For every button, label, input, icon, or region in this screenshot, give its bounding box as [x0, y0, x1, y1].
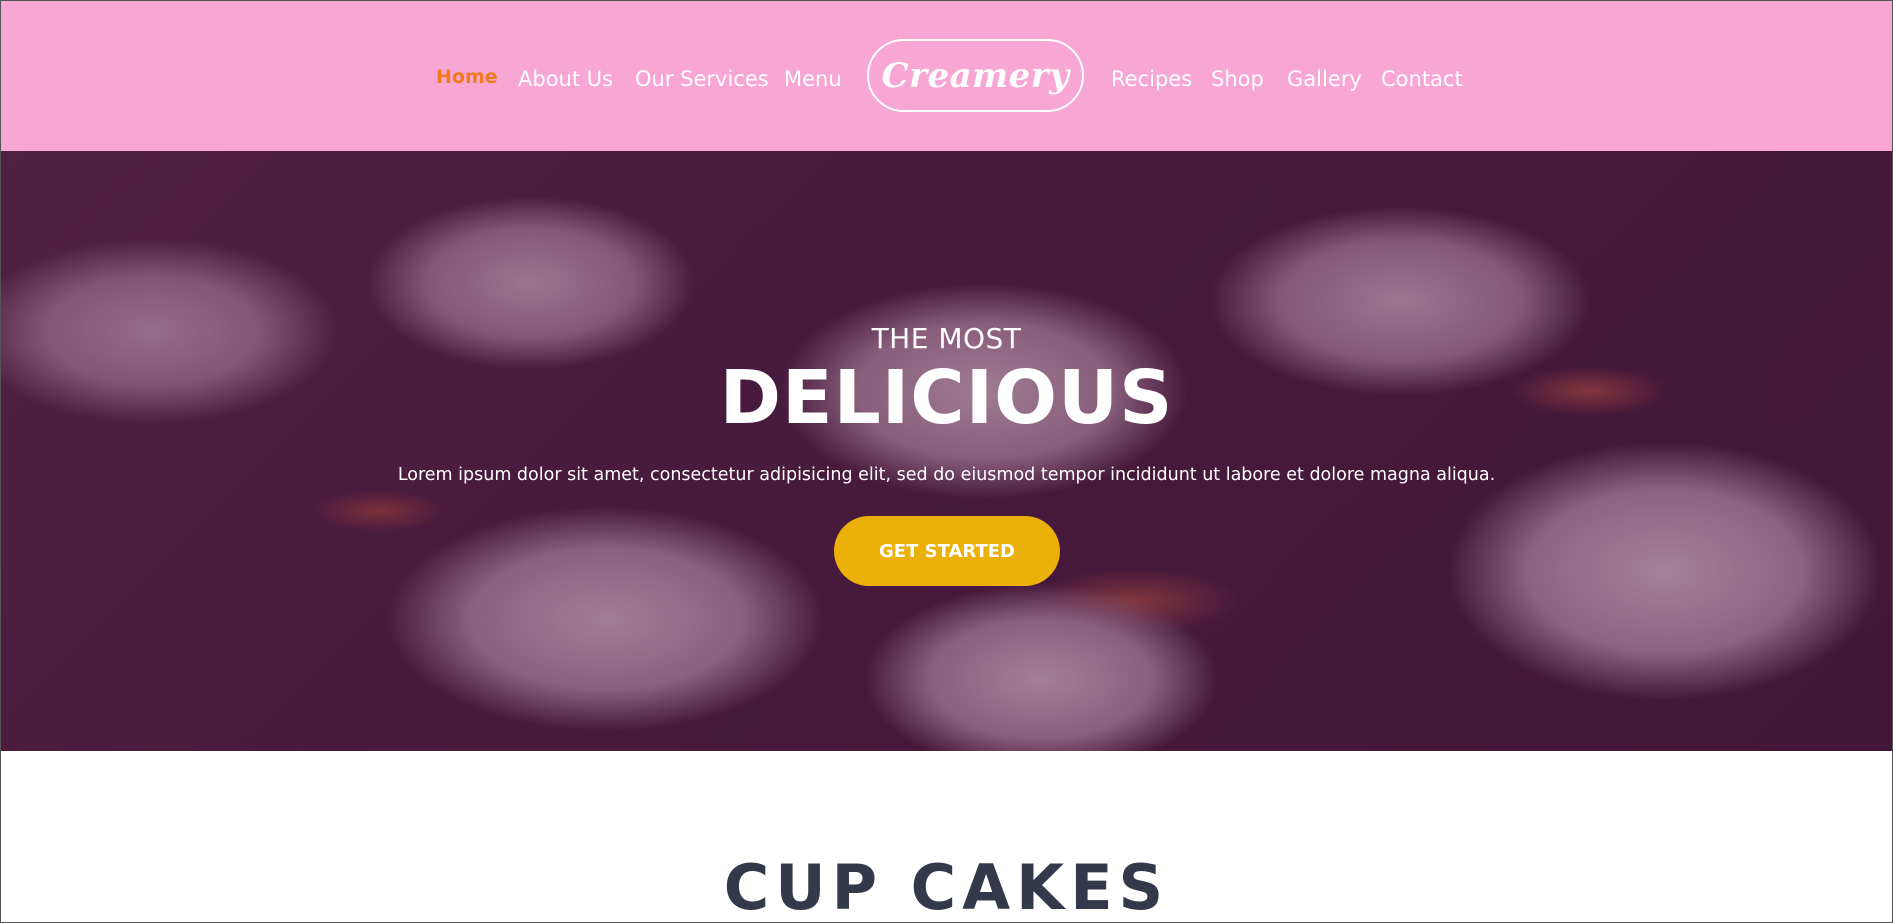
hero-content: THE MOST DELICIOUS Lorem ipsum dolor sit… [1, 151, 1892, 751]
section-title: CUP CAKES [723, 851, 1170, 923]
nav-link-recipes[interactable]: Recipes [1111, 67, 1192, 91]
nav-link-menu[interactable]: Menu [784, 67, 842, 91]
get-started-button[interactable]: GET STARTED [834, 516, 1060, 586]
hero-description: Lorem ipsum dolor sit amet, consectetur … [397, 465, 1496, 485]
hero-banner: THE MOST DELICIOUS Lorem ipsum dolor sit… [1, 151, 1892, 751]
nav-link-our-services[interactable]: Our Services [635, 67, 769, 91]
nav-link-home[interactable]: Home [436, 66, 498, 88]
navbar: Home About Us Our Services Menu Recipes … [1, 1, 1892, 151]
page: Home About Us Our Services Menu Recipes … [0, 0, 1893, 923]
nav-link-shop[interactable]: Shop [1211, 67, 1264, 91]
nav-link-gallery[interactable]: Gallery [1287, 67, 1362, 91]
nav-link-about-us[interactable]: About Us [518, 67, 613, 91]
brand-logo[interactable]: Creamery [867, 39, 1084, 112]
hero-title: DELICIOUS [719, 355, 1174, 441]
hero-kicker: THE MOST [871, 322, 1022, 355]
nav-link-contact[interactable]: Contact [1381, 67, 1463, 91]
